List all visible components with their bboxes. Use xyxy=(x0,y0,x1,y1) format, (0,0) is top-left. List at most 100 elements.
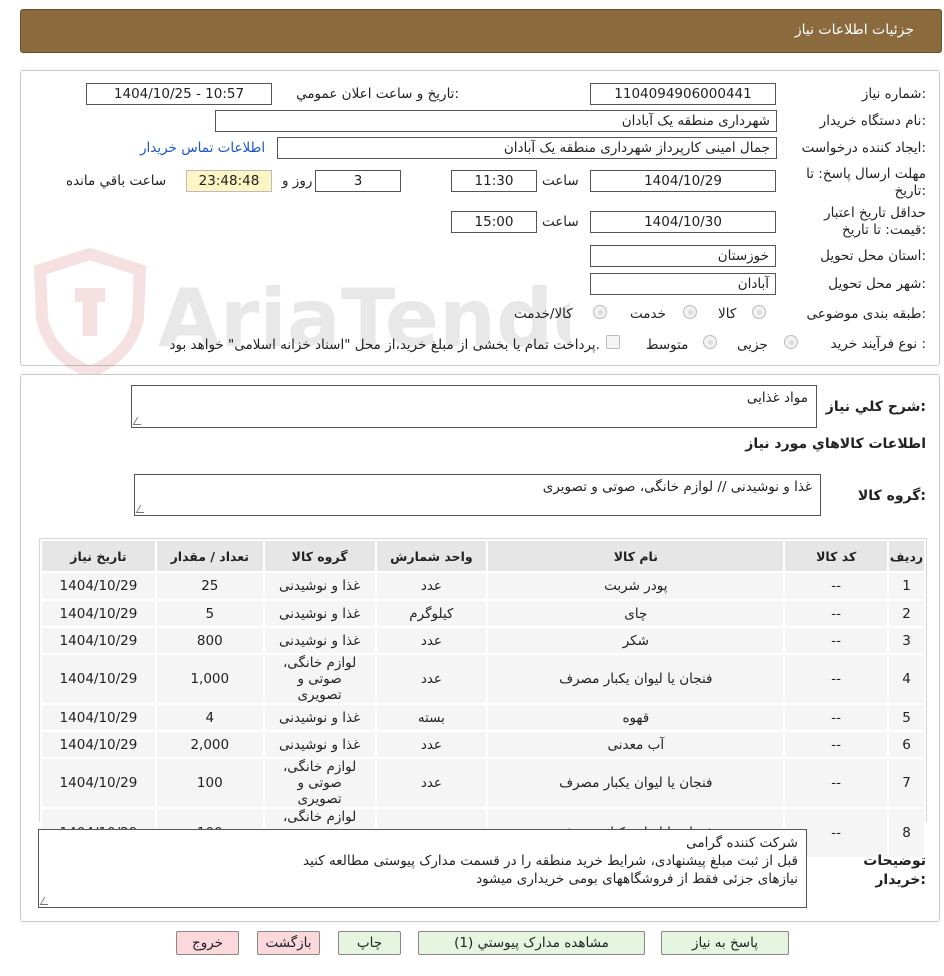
buyer-note-line: شرکت کننده گرامی xyxy=(686,835,798,851)
cell-quantity: 25 xyxy=(154,571,265,601)
cell-name: پودر شربت xyxy=(486,571,786,601)
exit-button[interactable]: خروج xyxy=(176,931,239,955)
cell-code: -- xyxy=(783,757,890,809)
cell-name: چای xyxy=(486,599,786,628)
process-radio-medium[interactable] xyxy=(703,335,717,349)
buyer-notes-label: توضیحات خریدار: xyxy=(863,853,926,888)
print-button[interactable]: چاپ xyxy=(338,931,401,955)
goods-group-text: غذا و نوشیدنی // لوازم خانگی، صوتی و تصو… xyxy=(542,479,812,495)
goods-group-label: گروه کالا: xyxy=(857,488,926,504)
watermark-shield-icon xyxy=(33,247,147,379)
category-radio-service[interactable] xyxy=(683,305,697,319)
table-row: 3 -- شکر عدد غذا و نوشیدنی 800 1404/10/2… xyxy=(40,626,926,655)
col-header-need-date: تاریخ نیاز xyxy=(40,539,157,573)
cell-need-date: 1404/10/29 xyxy=(40,571,157,601)
col-header-unit: واحد شمارش xyxy=(374,539,489,573)
resize-handle-icon[interactable] xyxy=(132,417,146,425)
cell-code: -- xyxy=(783,571,890,601)
cell-row-number: 2 xyxy=(887,599,926,628)
cell-row-number: 5 xyxy=(887,703,926,732)
cell-code: -- xyxy=(783,730,890,759)
category-option-goods: کالا xyxy=(718,306,737,322)
resize-handle-icon[interactable] xyxy=(39,897,53,905)
cell-name: شکر xyxy=(486,626,786,655)
process-option-medium: متوسط xyxy=(646,337,689,353)
cell-row-number: 7 xyxy=(887,757,926,809)
cell-group: غذا و نوشیدنی xyxy=(262,730,377,759)
col-header-group: گروه کالا xyxy=(262,539,377,573)
validity-date-field: 1404/10/30 xyxy=(590,211,776,233)
cell-quantity: 4 xyxy=(154,703,265,732)
table-row: 6 -- آب معدنی عدد غذا و نوشیدنی 2,000 14… xyxy=(40,730,926,759)
col-header-row-number: ردیف xyxy=(887,539,926,573)
announce-datetime-label: تاریخ و ساعت اعلان عمومي: xyxy=(296,86,459,102)
cell-row-number: 3 xyxy=(887,626,926,655)
back-button[interactable]: بازگشت xyxy=(257,931,320,955)
cell-quantity: 2,000 xyxy=(154,730,265,759)
price-validity-label: حداقل تاريخ اعتبار قيمت: تا تاريخ: xyxy=(824,205,926,238)
cell-row-number: 8 xyxy=(887,807,926,859)
process-option-minor: جزیی xyxy=(737,337,768,353)
general-desc-field: مواد غذایی xyxy=(131,385,817,428)
page-title: جزئیات اطلاعات نیاز xyxy=(794,22,914,38)
cell-code: -- xyxy=(783,653,890,705)
need-number-label: شماره نیاز: xyxy=(861,86,926,102)
cell-code: -- xyxy=(783,599,890,628)
table-row: 4 -- فنجان یا لیوان یکبار مصرف عدد لوازم… xyxy=(40,653,926,705)
reply-to-need-button[interactable]: پاسخ به نیاز xyxy=(661,931,789,955)
announce-datetime-field: 1404/10/25 - 10:57 xyxy=(86,83,272,105)
cell-unit: عدد xyxy=(374,571,489,601)
cell-name: قهوه xyxy=(486,703,786,732)
delivery-city-field: آبادان xyxy=(590,273,776,295)
cell-name: آب معدنی xyxy=(486,730,786,759)
delivery-province-field: خوزستان xyxy=(590,245,776,267)
category-option-goods-service: کالا/خدمت xyxy=(514,306,573,322)
requester-label: ایجاد کننده درخواست: xyxy=(801,140,926,156)
cell-group: لوازم خانگی، صوتی و تصویری xyxy=(262,757,377,809)
category-radio-goods[interactable] xyxy=(752,305,766,319)
category-option-service: خدمت xyxy=(630,306,666,322)
treasury-checkbox[interactable] xyxy=(606,335,620,349)
reply-time-label: ساعت xyxy=(542,173,579,189)
validity-time-field: 15:00 xyxy=(451,211,537,233)
cell-need-date: 1404/10/29 xyxy=(40,757,157,809)
cell-row-number: 4 xyxy=(887,653,926,705)
cell-unit: عدد xyxy=(374,730,489,759)
buyer-note-line: نیازهای جزئی فقط از فروشگاههای بومی خرید… xyxy=(476,871,798,887)
cell-unit: عدد xyxy=(374,757,489,809)
buyer-org-label: نام دستگاه خريدار: xyxy=(819,113,926,129)
cell-code: -- xyxy=(783,626,890,655)
col-header-name: نام کالا xyxy=(486,539,786,573)
watermark: AriaTender.neT xyxy=(30,247,832,382)
reply-days-field: 3 xyxy=(315,170,401,192)
resize-handle-icon[interactable] xyxy=(135,505,149,513)
validity-time-label: ساعت xyxy=(542,214,579,230)
table-row: 5 -- قهوه بسته غذا و نوشیدنی 4 1404/10/2… xyxy=(40,703,926,732)
need-number-field: 1104094906000441 xyxy=(590,83,776,105)
cell-code: -- xyxy=(783,703,890,732)
remaining-timer: 23:48:48 xyxy=(186,170,272,192)
buyer-notes-field: شرکت کننده گرامی قبل از ثبت مبلغ پیشنهاد… xyxy=(38,829,807,908)
view-attachments-button[interactable]: مشاهده مدارک پیوستي (1) xyxy=(418,931,645,955)
cell-need-date: 1404/10/29 xyxy=(40,730,157,759)
cell-group: غذا و نوشیدنی xyxy=(262,626,377,655)
cell-quantity: 100 xyxy=(154,757,265,809)
cell-group: غذا و نوشیدنی xyxy=(262,703,377,732)
buyer-org-field: شهرداری منطقه یک آبادان xyxy=(215,110,777,132)
process-type-label: نوع فرآیند خرید : xyxy=(830,336,926,352)
treasury-note: پرداخت تمام یا بخشی از مبلغ خرید،از محل … xyxy=(169,337,600,353)
col-header-quantity: تعداد / مقدار xyxy=(154,539,265,573)
reply-time-field: 11:30 xyxy=(451,170,537,192)
cell-unit: عدد xyxy=(374,626,489,655)
buyer-contact-link[interactable]: اطلاعات تماس خریدار xyxy=(140,140,265,156)
cell-group: غذا و نوشیدنی xyxy=(262,599,377,628)
cell-row-number: 1 xyxy=(887,571,926,601)
requester-field: جمال امینی کارپرداز شهرداری منطقه یک آبا… xyxy=(277,137,777,159)
cell-unit: کیلوگرم xyxy=(374,599,489,628)
cell-need-date: 1404/10/29 xyxy=(40,703,157,732)
category-radio-goods-service[interactable] xyxy=(593,305,607,319)
process-radio-minor[interactable] xyxy=(784,335,798,349)
cell-name: فنجان یا لیوان یکبار مصرف xyxy=(486,757,786,809)
table-row: 2 -- چای کیلوگرم غذا و نوشیدنی 5 1404/10… xyxy=(40,599,926,628)
table-row: 1 -- پودر شربت عدد غذا و نوشیدنی 25 1404… xyxy=(40,571,926,601)
